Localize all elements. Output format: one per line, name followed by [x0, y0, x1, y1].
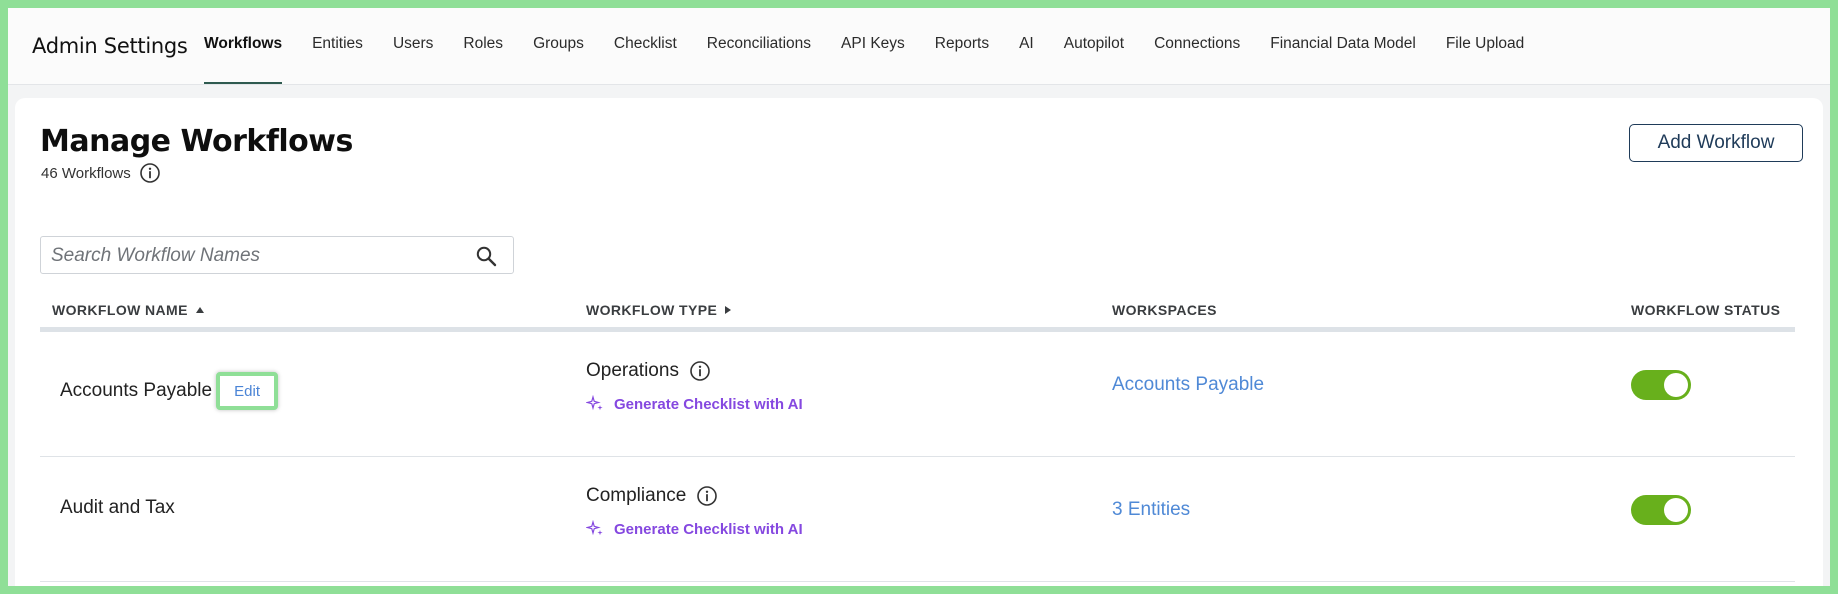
edit-button[interactable]: Edit [216, 372, 279, 410]
workspaces-link[interactable]: Accounts Payable [1112, 374, 1264, 396]
tab-roles[interactable]: Roles [448, 8, 518, 84]
workflow-name: Accounts Payable [60, 380, 213, 401]
tab-reconciliations[interactable]: Reconciliations [692, 8, 826, 84]
workflow-status-toggle[interactable] [1631, 495, 1691, 525]
sort-up-icon [195, 307, 204, 313]
info-icon[interactable] [139, 162, 161, 184]
generate-checklist-label: Generate Checklist with AI [614, 520, 803, 538]
workflow-type: Compliance [586, 485, 687, 506]
tab-checklist[interactable]: Checklist [599, 8, 692, 84]
tab-file-upload[interactable]: File Upload [1431, 8, 1539, 84]
info-icon[interactable] [689, 360, 711, 382]
tab-entities[interactable]: Entities [297, 8, 378, 84]
workflow-name: Audit and Tax [60, 497, 175, 518]
tab-ai[interactable]: AI [1004, 8, 1049, 84]
workflows-card: Manage Workflows 46 Workflows Add Workfl… [15, 98, 1823, 586]
search-box [40, 236, 514, 274]
generate-checklist-label: Generate Checklist with AI [614, 395, 803, 413]
header-workflow-status-label: WORKFLOW STATUS [1631, 302, 1781, 318]
workflow-type: Operations [586, 360, 679, 381]
add-workflow-button[interactable]: Add Workflow [1629, 124, 1803, 162]
top-nav: Admin Settings Workflows Entities Users … [8, 8, 1830, 85]
app-title: Admin Settings [32, 34, 188, 58]
sort-right-icon [725, 306, 732, 314]
tab-api-keys[interactable]: API Keys [826, 8, 920, 84]
tab-autopilot[interactable]: Autopilot [1049, 8, 1139, 84]
toggle-knob [1664, 498, 1688, 522]
workspaces-link[interactable]: 3 Entities [1112, 499, 1190, 521]
app-window: Admin Settings Workflows Entities Users … [8, 8, 1830, 586]
tab-financial-data-model[interactable]: Financial Data Model [1255, 8, 1431, 84]
generate-checklist-link[interactable]: Generate Checklist with AI [586, 395, 803, 413]
search-input[interactable] [49, 243, 453, 269]
tab-users[interactable]: Users [378, 8, 448, 84]
workflow-count-text: 46 Workflows [41, 164, 131, 182]
workflow-name-cell: Accounts Payable Edit [60, 372, 279, 410]
info-icon[interactable] [696, 485, 718, 507]
workflow-type-cell: Compliance [586, 485, 718, 507]
generate-checklist-link[interactable]: Generate Checklist with AI [586, 520, 803, 538]
toggle-knob [1664, 373, 1688, 397]
header-workflow-type[interactable]: WORKFLOW TYPE [586, 302, 732, 318]
tab-workflows[interactable]: Workflows [204, 8, 297, 84]
header-workflow-name[interactable]: WORKFLOW NAME [52, 302, 205, 318]
sparkle-icon [586, 395, 603, 411]
table-row: Accounts Payable Edit Operations Generat… [40, 332, 1795, 457]
header-workflow-status: WORKFLOW STATUS [1631, 302, 1780, 318]
search-icon[interactable] [475, 245, 497, 267]
tab-groups[interactable]: Groups [518, 8, 599, 84]
table-header: WORKFLOW NAME WORKFLOW TYPE WORKSPACES W… [40, 294, 1795, 332]
workflow-name-cell: Audit and Tax [60, 497, 175, 519]
header-workspaces-label: WORKSPACES [1112, 302, 1217, 318]
header-workspaces: WORKSPACES [1112, 302, 1217, 318]
header-workflow-name-label: WORKFLOW NAME [52, 302, 188, 318]
tab-reports[interactable]: Reports [920, 8, 1004, 84]
table-row: Audit and Tax Compliance Generate Checkl… [40, 457, 1795, 582]
workflow-type-cell: Operations [586, 360, 711, 382]
tab-connections[interactable]: Connections [1139, 8, 1255, 84]
workflow-status-toggle[interactable] [1631, 370, 1691, 400]
sparkle-icon [586, 520, 603, 536]
header-workflow-type-label: WORKFLOW TYPE [586, 302, 718, 318]
workflow-count: 46 Workflows [41, 162, 161, 184]
page-title: Manage Workflows [40, 124, 353, 159]
nav-tabs: Workflows Entities Users Roles Groups Ch… [204, 8, 1539, 84]
